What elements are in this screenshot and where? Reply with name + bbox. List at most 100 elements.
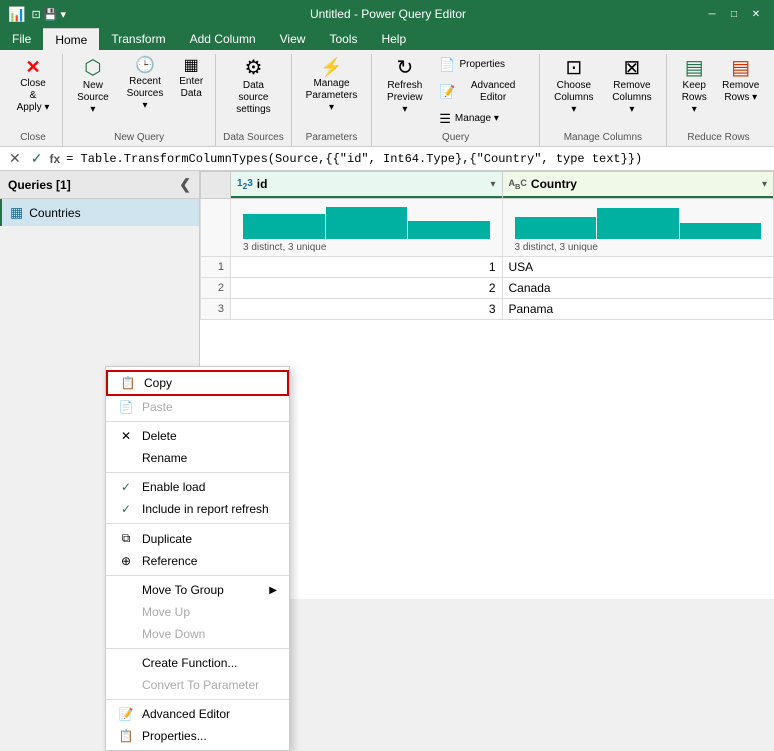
ctx-enable-load-check: ✓ [118,480,134,494]
data-source-settings-button[interactable]: ⚙ Data sourcesettings [222,54,284,120]
table-row: 3 3 Panama [201,299,774,320]
row-1-id: 1 [231,257,503,278]
ctx-move-to-group-arrow: ▶ [269,585,277,596]
ctx-paste: 📄 Paste [106,396,289,418]
ctx-sep-3 [106,523,289,524]
row-2-num: 2 [201,278,231,299]
row-2-id: 2 [231,278,503,299]
ctx-reference[interactable]: ⊕ Reference [106,550,289,572]
tab-file[interactable]: File [0,28,43,50]
formula-fx-label: fx [49,152,60,166]
bar-visual-country [509,201,768,241]
recent-sources-button[interactable]: 🕒 RecentSources ▾ [119,54,171,116]
queries-header: Queries [1] ❮ [0,171,199,199]
enter-data-icon: ▦ [184,58,199,74]
stats-bar-country: 3 distinct, 3 unique [502,199,774,257]
ctx-include-refresh[interactable]: ✓ Include in report refresh [106,498,289,520]
ribbon-group-close-label: Close [20,130,46,146]
ctx-paste-label: Paste [142,400,173,414]
ctx-create-function-label: Create Function... [142,656,237,670]
main-table: 123 id ▾ ABC Country ▾ [200,171,774,320]
tab-transform[interactable]: Transform [99,28,177,50]
col-dropdown-country[interactable]: ▾ [762,179,767,190]
ribbon-group-new-query-label: New Query [114,130,164,146]
formula-cancel-btn[interactable]: ✕ [6,150,24,167]
ctx-sep-1 [106,421,289,422]
stats-text-country: 3 distinct, 3 unique [509,241,768,254]
queries-collapse-btn[interactable]: ❮ [179,176,191,193]
ctx-enable-load[interactable]: ✓ Enable load [106,476,289,498]
ribbon-group-manage-columns: ⊡ ChooseColumns ▾ ⊠ RemoveColumns ▾ Mana… [540,54,667,146]
refresh-preview-icon: ↻ [396,58,413,78]
recent-sources-label: RecentSources ▾ [125,76,165,112]
ribbon-group-data-sources-label: Data Sources [223,130,284,146]
advanced-editor-icon: 📝 [439,84,455,100]
tab-tools[interactable]: Tools [317,28,369,50]
tab-help[interactable]: Help [369,28,418,50]
col-name-id: id [257,177,268,191]
col-dropdown-id[interactable]: ▾ [490,179,495,190]
manage-parameters-icon: ⚡ [320,58,342,76]
ctx-sep-6 [106,699,289,700]
manage-parameters-button[interactable]: ⚡ ManageParameters ▾ [298,54,366,118]
ctx-rename[interactable]: Rename [106,447,289,469]
query-item-countries[interactable]: ▦ Countries [0,199,199,226]
enter-data-button[interactable]: ▦ EnterData [173,54,209,104]
col-header-id-inner: 123 id ▾ [231,172,502,198]
col-header-country[interactable]: ABC Country ▾ [502,172,774,199]
ctx-copy-icon: 📋 [120,376,136,390]
table-row: 2 2 Canada [201,278,774,299]
ctx-properties[interactable]: 📋 Properties... [106,725,289,747]
row-3-num: 3 [201,299,231,320]
ctx-sep-5 [106,648,289,649]
stats-row: 3 distinct, 3 unique 3 distinct, 3 uniqu… [201,199,774,257]
remove-rows-label: RemoveRows ▾ [722,80,759,104]
ctx-advanced-editor[interactable]: 📝 Advanced Editor [106,703,289,725]
keep-rows-icon: ▤ [685,58,704,78]
new-source-button[interactable]: ⬡ NewSource ▾ [69,54,117,120]
ribbon-group-new-query: ⬡ NewSource ▾ 🕒 RecentSources ▾ ▦ EnterD… [63,54,216,146]
ctx-enable-load-label: Enable load [142,480,205,494]
col-header-id[interactable]: 123 id ▾ [231,172,503,199]
remove-columns-button[interactable]: ⊠ RemoveColumns ▾ [604,54,660,120]
minimize-btn[interactable]: ─ [702,4,722,24]
bar-id-3 [408,221,490,239]
ribbon-group-close: ✕ Close &Apply ▾ Close [4,54,63,146]
remove-rows-button[interactable]: ▤ RemoveRows ▾ [717,54,764,108]
ribbon-group-parameters: ⚡ ManageParameters ▾ Parameters [292,54,373,146]
ctx-create-function[interactable]: Create Function... [106,652,289,674]
ctx-delete[interactable]: ✕ Delete [106,425,289,447]
ctx-convert-to-parameter: Convert To Parameter [106,674,289,696]
ctx-copy[interactable]: 📋 Copy [106,370,289,396]
maximize-btn[interactable]: □ [724,4,744,24]
row-1-num: 1 [201,257,231,278]
refresh-preview-button[interactable]: ↻ RefreshPreview ▾ [378,54,431,120]
tab-view[interactable]: View [268,28,318,50]
col-header-country-inner: ABC Country ▾ [503,172,774,198]
ribbon-group-reduce-rows-label: Reduce Rows [687,130,749,146]
bar-visual-id [237,201,496,241]
ctx-rename-label: Rename [142,451,187,465]
choose-columns-label: ChooseColumns ▾ [552,80,596,116]
tab-add-column[interactable]: Add Column [178,28,268,50]
close-btn[interactable]: ✕ [746,4,766,24]
formula-apply-btn[interactable]: ✓ [28,150,46,167]
ctx-move-to-group[interactable]: Move To Group ▶ [106,579,289,601]
advanced-editor-button[interactable]: 📝 Advanced Editor [433,77,533,107]
ribbon-group-manage-columns-content: ⊡ ChooseColumns ▾ ⊠ RemoveColumns ▾ [546,54,660,130]
keep-rows-button[interactable]: ▤ KeepRows ▾ [673,54,715,120]
manage-parameters-label: ManageParameters ▾ [304,78,360,114]
close-apply-button[interactable]: ✕ Close &Apply ▾ [10,54,56,118]
formula-input[interactable] [66,152,768,166]
ctx-duplicate[interactable]: ⧉ Duplicate [106,527,289,550]
properties-button[interactable]: 📄 Properties [433,54,533,76]
manage-label: Manage ▾ [455,113,499,125]
tab-home[interactable]: Home [43,28,99,50]
ribbon-group-parameters-label: Parameters [306,130,358,146]
ribbon-group-close-content: ✕ Close &Apply ▾ [10,54,56,130]
ribbon-tabs: File Home Transform Add Column View Tool… [0,28,774,50]
choose-columns-button[interactable]: ⊡ ChooseColumns ▾ [546,54,602,120]
ribbon-group-query: ↻ RefreshPreview ▾ 📄 Properties 📝 Advanc… [372,54,539,146]
manage-button[interactable]: ☰ Manage ▾ [433,108,533,130]
col-type-id-icon: 123 [237,178,253,191]
